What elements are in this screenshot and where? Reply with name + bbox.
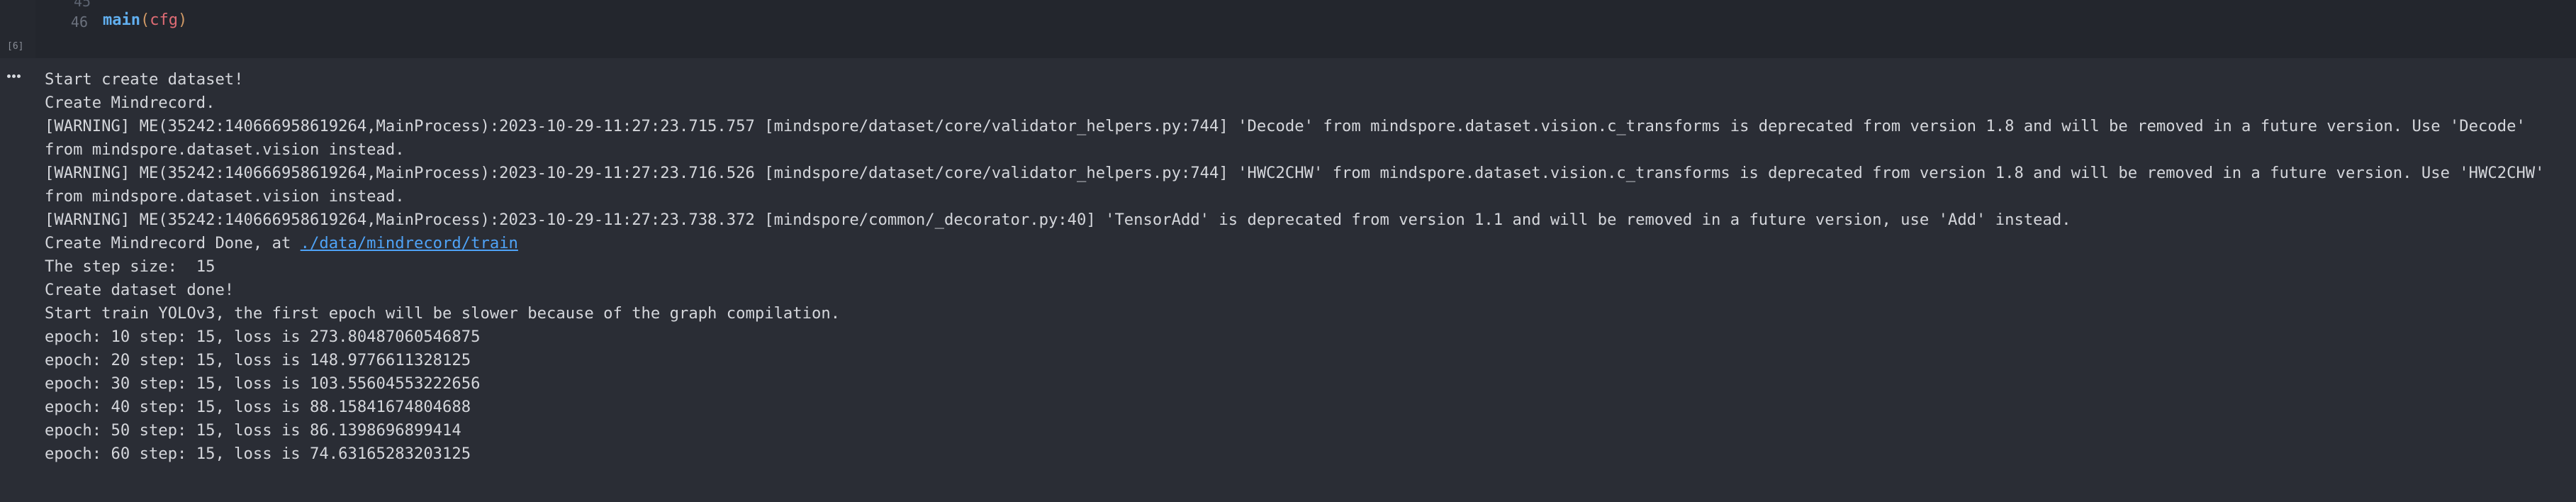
ellipsis-icon[interactable] <box>4 68 23 82</box>
epoch-loss-line: epoch: 60 step: 15, loss is 74.631652832… <box>45 445 471 463</box>
epoch-loss-line: epoch: 30 step: 15, loss is 103.55604553… <box>45 374 481 393</box>
output-line: Start create dataset! <box>45 70 244 89</box>
epoch-loss-line: epoch: 40 step: 15, loss is 88.158416748… <box>45 398 471 416</box>
output-line: Start train YOLOv3, the first epoch will… <box>45 304 841 323</box>
epoch-loss-line: epoch: 50 step: 15, loss is 86.139869689… <box>45 421 461 440</box>
function-argument: cfg <box>150 11 178 29</box>
function-name: main <box>103 11 140 29</box>
output-line: The step size: 15 <box>45 257 215 276</box>
line-number: 45 <box>74 0 91 10</box>
warning-line: [WARNING] ME(35242:140666958619264,MainP… <box>45 211 2071 229</box>
output-line: Create dataset done! <box>45 281 235 299</box>
cell-output: Start create dataset! Create Mindrecord.… <box>45 68 2568 466</box>
code-line[interactable]: main(cfg) <box>103 10 187 31</box>
code-cell[interactable]: 45 46 main(cfg) <box>0 0 2576 58</box>
warning-line: [WARNING] ME(35242:140666958619264,MainP… <box>45 164 2554 206</box>
warning-line: [WARNING] ME(35242:140666958619264,MainP… <box>45 117 2536 159</box>
epoch-loss-line: epoch: 20 step: 15, loss is 148.97766113… <box>45 351 471 369</box>
line-number: 46 <box>70 13 88 30</box>
output-line: Create Mindrecord Done, at ./data/mindre… <box>45 232 2568 255</box>
output-line: Create Mindrecord. <box>45 94 215 112</box>
open-paren: ( <box>140 11 150 29</box>
code-editor[interactable] <box>35 0 2576 58</box>
output-text: Create Mindrecord Done, at <box>45 234 301 252</box>
execution-count: [6] <box>7 41 24 52</box>
close-paren: ) <box>177 11 188 29</box>
epoch-loss-line: epoch: 10 step: 15, loss is 273.80487060… <box>45 328 481 346</box>
mindrecord-path-link[interactable]: ./data/mindrecord/train <box>301 234 518 252</box>
